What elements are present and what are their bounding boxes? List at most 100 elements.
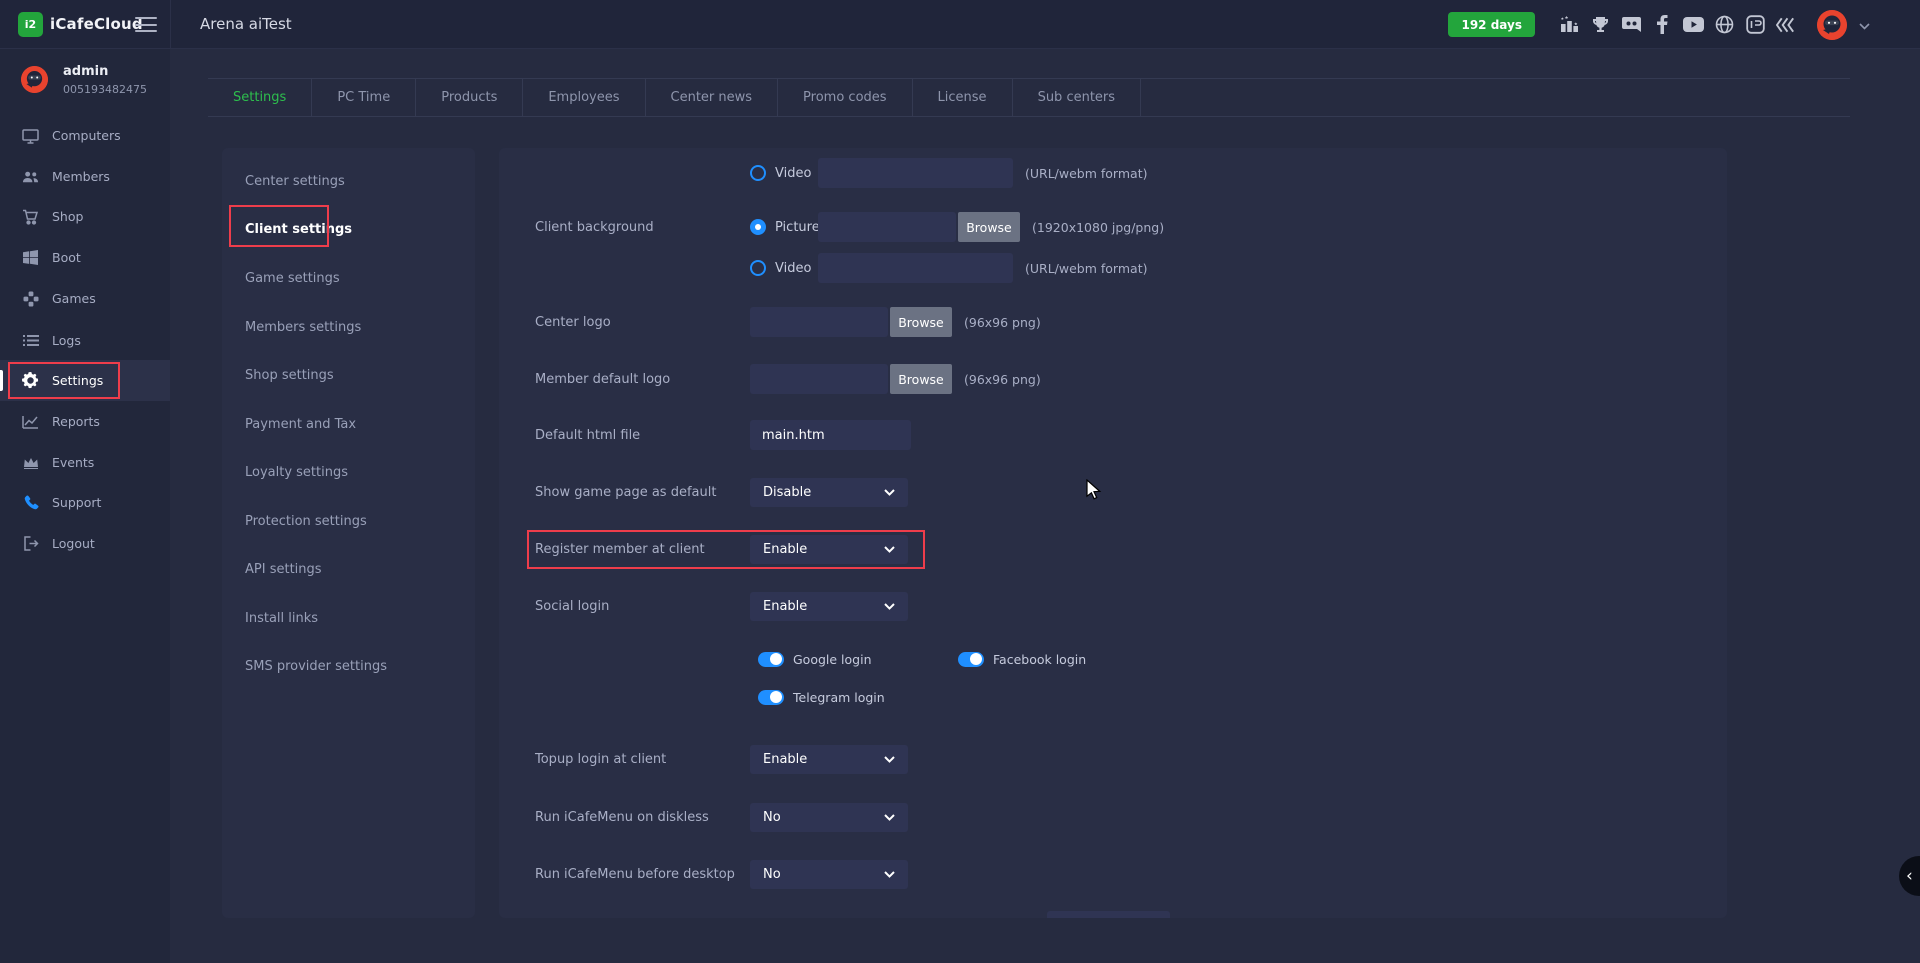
tab-center-news[interactable]: Center news [646,79,779,116]
background-video-url-input[interactable] [818,253,1013,283]
subnav-game-settings[interactable]: Game settings [222,263,475,293]
sidebar-item-shop[interactable]: Shop [0,196,170,237]
default-html-file-input[interactable] [750,420,911,450]
user-avatar[interactable] [1817,10,1847,40]
gamepad-icon [22,290,39,307]
facebook-icon[interactable] [1652,14,1673,35]
sidebar-item-games[interactable]: Games [0,278,170,319]
sidebar-user-avatar[interactable] [21,66,48,93]
list-icon [22,332,39,349]
register-member-label: Register member at client [535,542,750,557]
picture-radio-label: Picture [775,220,818,235]
background-video-radio[interactable] [750,260,766,276]
sidebar-item-boot[interactable]: Boot [0,237,170,278]
subnav-center-settings[interactable]: Center settings [222,166,475,196]
panel-collapse-button[interactable]: ‹ [1899,856,1920,896]
tab-license[interactable]: License [913,79,1013,116]
subnav-api-settings[interactable]: API settings [222,554,475,584]
subnav-payment-and-tax[interactable]: Payment and Tax [222,409,475,439]
subnav-sms-provider-settings[interactable]: SMS provider settings [222,651,475,681]
subnav-install-links[interactable]: Install links [222,603,475,633]
topbar-divider [170,0,171,49]
center-logo-input[interactable] [750,307,888,337]
sidebar-item-label: Support [52,495,101,510]
ranking-podium-icon[interactable] [1559,14,1580,35]
topup-login-label: Topup login at client [535,752,750,767]
background-video-radio-label: Video [775,261,818,276]
picture-file-input[interactable] [818,212,956,242]
show-game-page-label: Show game page as default [535,485,750,500]
video-url-input[interactable] [818,158,1013,188]
picture-format-note: (1920x1080 jpg/png) [1032,220,1164,235]
settings-subnav-panel: Center settings Client settings Game set… [222,148,475,918]
telegram-login-toggle[interactable] [758,690,784,705]
form-row-video-top: Video (URL/webm format) [535,158,1147,188]
member-default-logo-input[interactable] [750,364,888,394]
hamburger-menu-icon[interactable] [135,17,157,32]
topup-login-select[interactable]: Enable [750,745,908,774]
sidebar-item-events[interactable]: Events [0,442,170,483]
sidebar-item-label: Shop [52,209,83,224]
run-icafemenu-diskless-select[interactable]: No [750,803,908,832]
video-format-note: (URL/webm format) [1025,166,1147,181]
next-row-partial-input [1047,911,1170,918]
sidebar-item-reports[interactable]: Reports [0,401,170,442]
subnav-members-settings[interactable]: Members settings [222,312,475,342]
sidebar-item-logs[interactable]: Logs [0,320,170,361]
show-game-page-select[interactable]: Disable [750,478,908,507]
sidebar-user-block: admin 005193482475 [0,61,170,107]
client-settings-form: Video (URL/webm format) Client backgroun… [499,148,1727,918]
register-member-select[interactable]: Enable [750,535,908,564]
monitor-icon [22,127,39,144]
chevron-down-icon [884,546,895,553]
sidebar-item-computers[interactable]: Computers [0,115,170,156]
member-logo-browse-button[interactable]: Browse [890,364,952,394]
phone-icon [22,494,39,511]
sidebar-item-settings[interactable]: Settings [0,360,170,401]
windows-icon [22,249,39,266]
social-login-select[interactable]: Enable [750,592,908,621]
sidebar-item-logout[interactable]: Logout [0,523,170,564]
sidebar-item-members[interactable]: Members [0,156,170,197]
form-row-run-icafemenu-diskless: Run iCafeMenu on diskless No [535,803,908,832]
facebook-login-toggle[interactable] [958,652,984,667]
sidebar-item-support[interactable]: Support [0,482,170,523]
sidebar-item-label: Games [52,291,96,306]
run-icafemenu-before-desktop-select[interactable]: No [750,860,908,889]
tab-sub-centers[interactable]: Sub centers [1013,79,1141,116]
tab-pc-time[interactable]: PC Time [312,79,416,116]
form-row-member-default-logo: Member default logo Browse (96x96 png) [535,364,1041,394]
subnav-client-settings[interactable]: Client settings [222,214,475,244]
video-radio[interactable] [750,165,766,181]
subnav-shop-settings[interactable]: Shop settings [222,360,475,390]
background-video-format-note: (URL/webm format) [1025,261,1147,276]
tab-employees[interactable]: Employees [523,79,645,116]
crown-icon [22,454,39,471]
tab-products[interactable]: Products [416,79,523,116]
picture-browse-button[interactable]: Browse [958,212,1020,242]
layers-icon[interactable] [1776,14,1797,35]
google-login-toggle[interactable] [758,652,784,667]
tab-promo-codes[interactable]: Promo codes [778,79,913,116]
subnav-protection-settings[interactable]: Protection settings [222,506,475,536]
tab-settings[interactable]: Settings [208,79,312,116]
youtube-icon[interactable] [1683,14,1704,35]
page-title: Arena aiTest [200,15,292,33]
video-radio-label: Video [775,166,818,181]
user-menu-chevron-down-icon[interactable] [1859,15,1870,34]
sidebar-item-label: Boot [52,250,81,265]
trophy-icon[interactable] [1590,14,1611,35]
sidebar-item-label: Settings [52,373,103,388]
member-logo-note: (96x96 png) [964,372,1041,387]
social-login-value: Enable [763,599,807,614]
license-days-badge[interactable]: 192 days [1448,12,1535,37]
icafecloud-mini-icon[interactable] [1745,14,1766,35]
chart-icon [22,413,39,430]
discord-icon[interactable] [1621,14,1642,35]
icafecloud-logo-icon: i2 [18,12,43,37]
picture-radio[interactable] [750,219,766,235]
globe-icon[interactable] [1714,14,1735,35]
subnav-loyalty-settings[interactable]: Loyalty settings [222,457,475,487]
center-logo-browse-button[interactable]: Browse [890,307,952,337]
form-row-client-background-video: Video (URL/webm format) [535,253,1147,283]
